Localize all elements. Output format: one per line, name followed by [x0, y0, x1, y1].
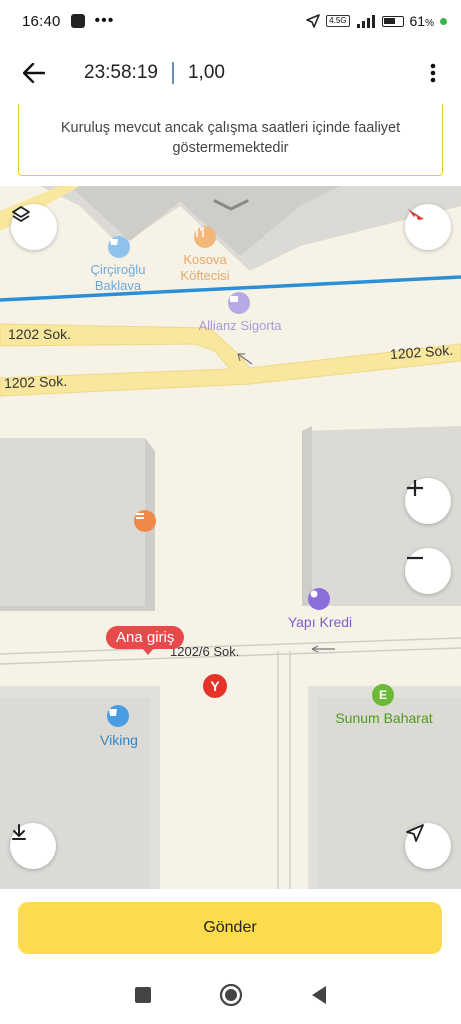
app-header: 23:58:19 1,00: [0, 42, 461, 104]
closed-notice: Kuruluş mevcut ancak çalışma saatleri iç…: [18, 104, 443, 176]
battery-icon: [381, 15, 404, 27]
send-button[interactable]: Gönder: [18, 902, 442, 954]
navigation-arrow-icon: [406, 824, 424, 842]
poi-sunum[interactable]: Sunum Baharat: [326, 710, 442, 726]
zoom-in-button[interactable]: [405, 478, 451, 524]
home-icon[interactable]: [219, 983, 243, 1007]
plus-icon: [407, 480, 423, 496]
network-type: 4.5G: [326, 15, 350, 27]
back-button[interactable]: [6, 45, 62, 101]
street-label: 1202 Sok.: [8, 326, 72, 342]
burger-pin-icon[interactable]: [134, 510, 156, 532]
insurance-pin-icon[interactable]: [228, 292, 250, 314]
download-button[interactable]: [10, 823, 56, 869]
shop-pin-icon[interactable]: [107, 705, 129, 727]
entrance-label[interactable]: Ana giriş: [106, 626, 185, 655]
header-divider: [171, 62, 174, 84]
notice-area: Kuruluş mevcut ancak çalışma saatleri iç…: [0, 104, 461, 186]
street-label: 1202 Sok.: [3, 372, 68, 392]
poi-circiroglu[interactable]: Çirçiroğlu Baklava: [80, 262, 156, 294]
header-time: 23:58:19: [84, 62, 158, 83]
signal-icon: [356, 15, 375, 28]
header-info: 23:58:19 1,00: [84, 62, 225, 84]
bank-pin-icon[interactable]: [308, 588, 330, 610]
street-label: 1202/6 Sok.: [170, 644, 240, 659]
layers-icon: [12, 206, 30, 222]
header-value: 1,00: [187, 62, 225, 83]
yandex-pin-icon[interactable]: Y: [203, 674, 227, 698]
more-notifications-icon: •••: [94, 12, 115, 29]
my-location-button[interactable]: [405, 823, 451, 869]
download-icon: [12, 824, 26, 840]
compass-icon: [408, 209, 424, 220]
restaurant-pin-icon[interactable]: [194, 226, 216, 248]
more-menu-button[interactable]: [413, 45, 453, 101]
zoom-out-button[interactable]: [405, 548, 451, 594]
battery-level: 61%: [409, 13, 434, 29]
recents-icon[interactable]: [134, 986, 152, 1004]
status-bar: 16:40 ••• 4.5G 61%: [0, 0, 461, 42]
chevron-down-icon[interactable]: [212, 198, 250, 212]
poi-allianz[interactable]: Allianz Sigorta: [180, 318, 300, 334]
bakery-pin-icon[interactable]: [108, 236, 130, 258]
poi-viking[interactable]: Viking: [84, 732, 154, 748]
charging-dot: [440, 17, 447, 25]
compass-button[interactable]: [405, 204, 451, 250]
more-vertical-icon: [430, 63, 436, 83]
grocery-pin-icon[interactable]: E: [372, 684, 394, 706]
location-icon: [306, 14, 320, 28]
poi-yapikredi[interactable]: Yapı Kredi: [270, 614, 370, 630]
layers-button[interactable]: [11, 204, 57, 250]
arrow-left-icon: [23, 63, 45, 83]
notification-icon: [70, 14, 85, 28]
back-triangle-icon[interactable]: [310, 985, 328, 1005]
status-time: 16:40: [22, 12, 61, 30]
system-nav-bar: [0, 965, 461, 1024]
minus-icon: [407, 556, 423, 560]
map-view[interactable]: 1202 Sok. 1202 Sok. 1202 Sok. 1202/6 Sok…: [0, 186, 461, 889]
poi-kosova[interactable]: Kosova Köftecisi: [170, 252, 240, 284]
